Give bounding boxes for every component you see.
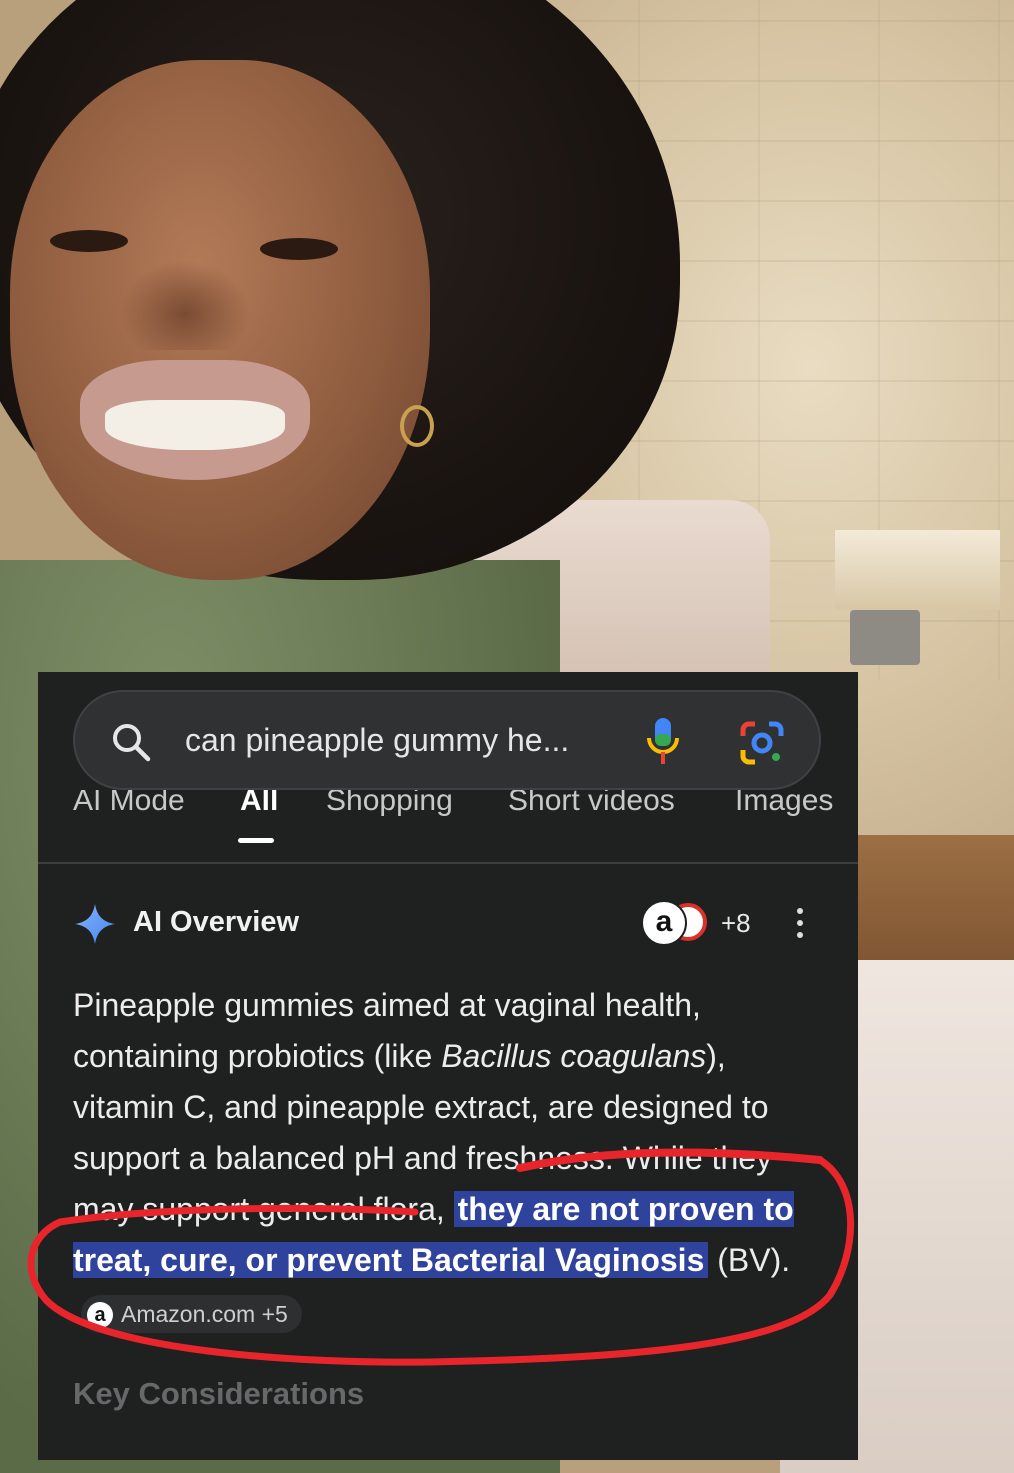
search-icon[interactable] [109, 720, 153, 764]
nightstand [858, 835, 1014, 975]
tab-short-videos[interactable]: Short videos [508, 790, 675, 818]
more-options-icon[interactable] [793, 904, 807, 944]
amazon-citation-icon: a [87, 1302, 113, 1329]
left-eye [50, 230, 128, 252]
teeth [105, 400, 285, 450]
wall-lamp [835, 530, 1000, 610]
citation-chip[interactable]: a Amazon.com +5 [81, 1294, 302, 1333]
tab-images[interactable]: Images [735, 790, 833, 818]
search-results-panel: can pineapple gummy he... AI Mode All Sh… [38, 672, 858, 1460]
google-lens-icon[interactable] [739, 720, 785, 766]
search-query[interactable]: can pineapple gummy he... [185, 722, 569, 759]
lamp-arm [850, 610, 920, 665]
ai-overview-text: Pineapple gummies aimed at vaginal healt… [73, 980, 833, 1337]
ai-overview-title: AI Overview [133, 906, 300, 938]
overview-italic-term: Bacillus coagulans [441, 1038, 707, 1074]
overview-text-part: (BV). [708, 1242, 791, 1278]
search-tabs: AI Mode All Shopping Short videos Images [38, 790, 858, 864]
amazon-logo-icon: a [641, 900, 687, 946]
sparkle-icon [75, 904, 115, 944]
nose [120, 260, 250, 350]
microphone-icon[interactable] [643, 716, 683, 768]
source-badges[interactable]: a [641, 900, 715, 946]
citation-label: Amazon.com +5 [121, 1300, 288, 1327]
key-considerations-heading: Key Considerations [73, 1376, 365, 1411]
more-sources-count[interactable]: +8 [721, 908, 751, 939]
tab-all[interactable]: All [240, 790, 278, 818]
right-eye [260, 238, 338, 260]
ai-overview-header: AI Overview a +8 [73, 900, 823, 946]
active-tab-indicator [238, 838, 274, 843]
earring [400, 405, 434, 447]
tab-ai-mode[interactable]: AI Mode [73, 790, 185, 818]
face [10, 60, 430, 580]
search-bar[interactable]: can pineapple gummy he... [73, 690, 821, 790]
tab-shopping[interactable]: Shopping [326, 790, 453, 818]
